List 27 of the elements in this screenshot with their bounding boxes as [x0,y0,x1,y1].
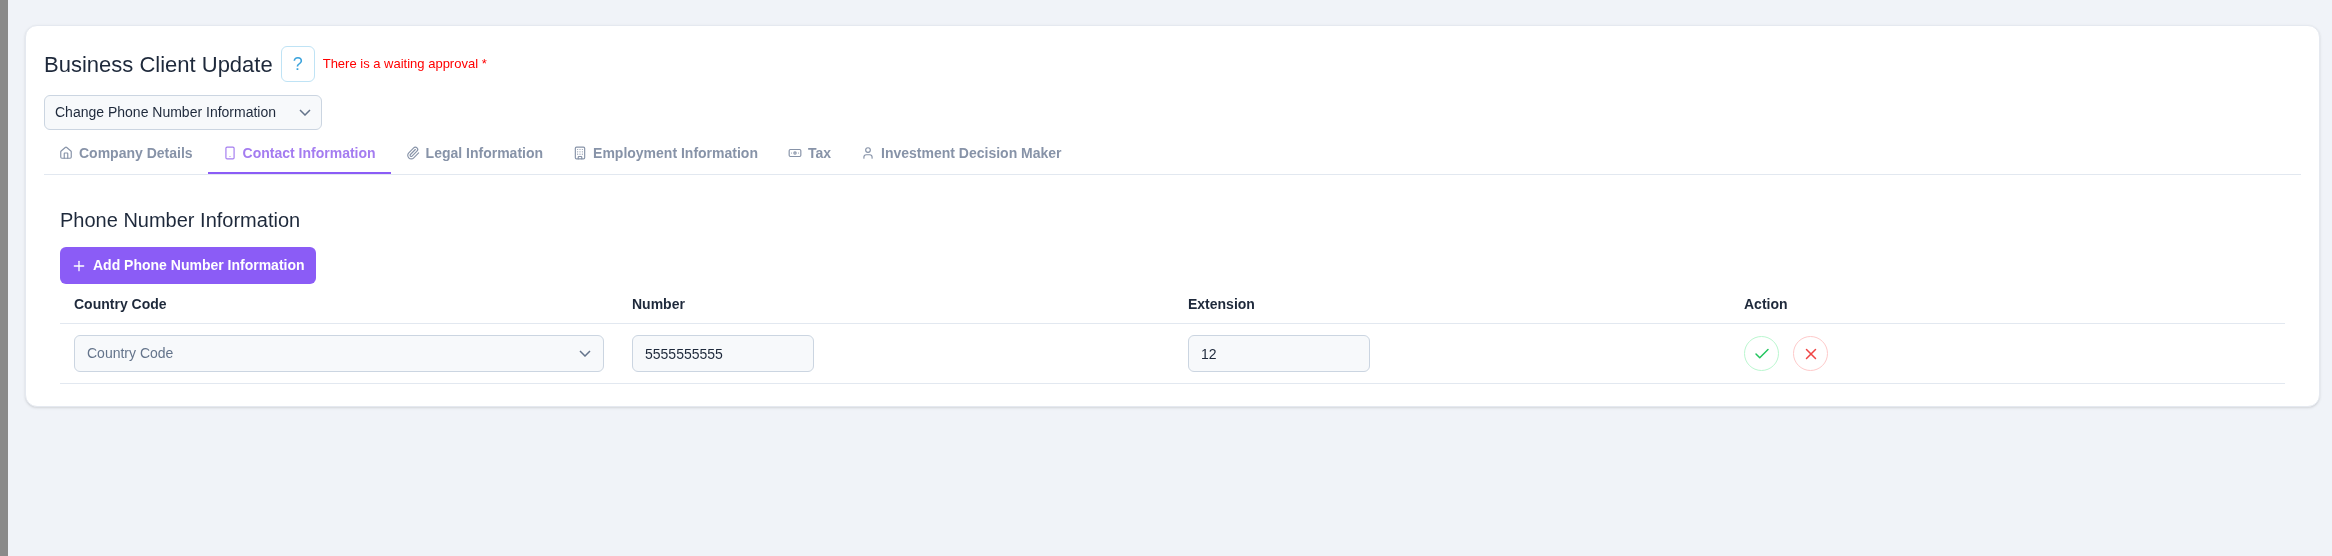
extension-field[interactable]: 12 [1188,335,1370,372]
column-header: Country Code [74,295,167,312]
column-header: Number [632,295,685,312]
warning-text: There is a waiting approval * [322,55,487,74]
paperclip-icon [405,146,420,160]
page-title: Business Client Update [44,50,273,79]
number-field[interactable]: 5555555555 [632,335,814,372]
request-type-dropdown[interactable]: Change Phone Number Information [44,95,322,130]
column-header: Extension [1188,295,1255,312]
chevron-down-icon [299,109,311,116]
tab[interactable]: Legal Information [390,134,559,174]
building-icon [573,146,588,160]
tab[interactable]: Tax [772,134,847,174]
tab[interactable]: Contact Information [207,134,391,174]
user-icon [861,146,876,160]
tab[interactable]: Investment Decision Maker [846,134,1077,174]
help-button[interactable]: ? [280,46,315,82]
section-title: Phone Number Information [60,208,302,233]
tab[interactable]: Employment Information [558,134,773,174]
tab[interactable]: Company Details [44,134,208,174]
country-code-select[interactable]: Country Code [74,335,604,372]
banknote-icon [787,146,802,160]
add-phone-button[interactable]: Add Phone Number Information [60,247,316,284]
smartphone-icon [222,146,237,160]
column-header: Action [1744,295,1788,312]
chevron-down-icon [579,350,591,357]
house-icon [59,146,73,160]
